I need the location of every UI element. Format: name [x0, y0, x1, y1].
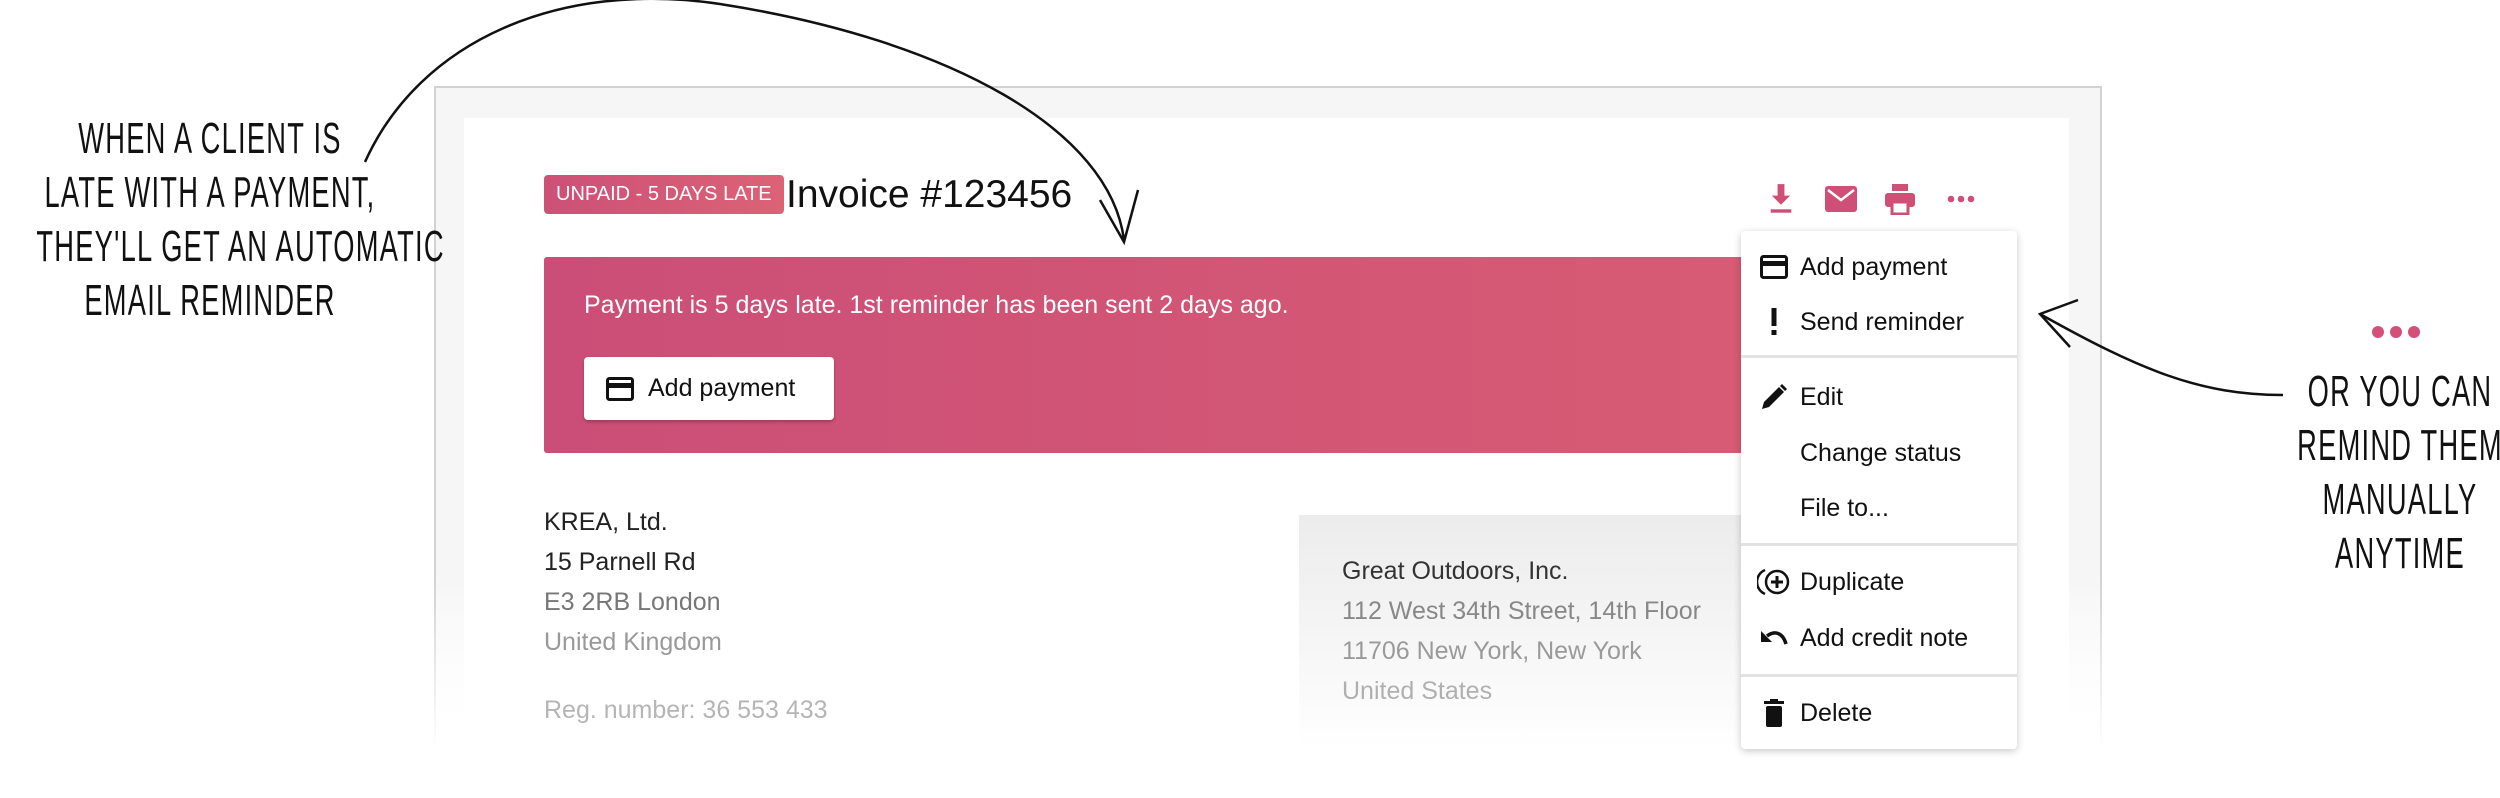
menu-item-label: Change status — [1800, 438, 1962, 467]
menu-item-label: Send reminder — [1800, 307, 1964, 336]
trash-icon — [1763, 699, 1784, 727]
download-icon — [1770, 184, 1792, 213]
annotation-line: THEY'LL GET AN AUTOMATIC — [36, 222, 445, 271]
more-dots-icon — [2372, 326, 2420, 338]
menu-item-file-to[interactable]: File to... — [1741, 483, 2017, 533]
menu-item-add-payment[interactable]: Add payment — [1741, 242, 2017, 292]
credit-card-icon — [1759, 255, 1788, 279]
menu-item-label: File to... — [1800, 493, 1889, 522]
add-payment-label: Add payment — [648, 374, 796, 402]
annotation-line: LATE WITH A PAYMENT, — [44, 168, 376, 217]
sender-line: United Kingdom — [544, 628, 722, 656]
pencil-icon — [1761, 384, 1787, 409]
status-badge: UNPAID - 5 DAYS LATE — [544, 175, 784, 214]
menu-item-duplicate[interactable]: Duplicate — [1741, 557, 2017, 607]
menu-divider — [1741, 674, 2017, 677]
print-icon — [1885, 184, 1915, 215]
menu-item-delete[interactable]: Delete — [1741, 688, 2017, 738]
more-button[interactable] — [1943, 182, 1979, 216]
sender-reg-number: Reg. number: 36 553 433 — [544, 696, 828, 724]
left-annotation: WHEN A CLIENT IS LATE WITH A PAYMENT, TH… — [36, 112, 445, 328]
mail-icon — [1825, 186, 1857, 212]
annotation-line: ANYTIME — [2335, 529, 2465, 578]
more-icon — [1947, 195, 1975, 203]
annotation-line: WHEN A CLIENT IS — [78, 114, 342, 163]
add-payment-button[interactable]: Add payment — [584, 357, 834, 420]
menu-item-label: Add credit note — [1800, 623, 1969, 652]
menu-item-change-status[interactable]: Change status — [1741, 428, 2017, 478]
menu-divider — [1741, 355, 2017, 358]
menu-item-edit[interactable]: Edit — [1741, 372, 2017, 422]
menu-item-label: Delete — [1800, 698, 1873, 727]
more-actions-menu: Add payment Send reminder Edit Change st… — [1741, 231, 2017, 749]
annotation-line: OR YOU CAN — [2307, 367, 2493, 416]
menu-item-send-reminder[interactable]: Send reminder — [1741, 297, 2017, 347]
annotation-line: EMAIL REMINDER — [84, 276, 336, 325]
duplicate-icon — [1756, 568, 1789, 596]
menu-item-label: Add payment — [1800, 252, 1948, 281]
menu-item-label: Edit — [1800, 382, 1844, 411]
print-button[interactable] — [1882, 182, 1918, 216]
page-title: Invoice #123456 — [786, 173, 1073, 216]
annotation-line: REMIND THEM — [2297, 421, 2500, 470]
sender-line: KREA, Ltd. — [544, 508, 668, 536]
sender-line: E3 2RB London — [544, 588, 721, 616]
undo-icon — [1760, 631, 1788, 645]
exclamation-icon — [1771, 308, 1776, 335]
right-annotation: OR YOU CAN REMIND THEM MANUALLY ANYTIME — [2245, 365, 2500, 581]
menu-divider — [1741, 543, 2017, 546]
download-button[interactable] — [1763, 182, 1799, 216]
menu-item-label: Duplicate — [1800, 567, 1905, 596]
sender-line: 15 Parnell Rd — [544, 548, 696, 576]
annotation-line: MANUALLY — [2322, 475, 2478, 524]
sender-address: KREA, Ltd. 15 Parnell Rd E3 2RB London U… — [544, 502, 828, 730]
email-button[interactable] — [1823, 182, 1859, 216]
banner-message: Payment is 5 days late. 1st reminder has… — [584, 291, 1289, 319]
menu-item-add-credit-note[interactable]: Add credit note — [1741, 613, 2017, 663]
credit-card-icon — [606, 376, 634, 401]
